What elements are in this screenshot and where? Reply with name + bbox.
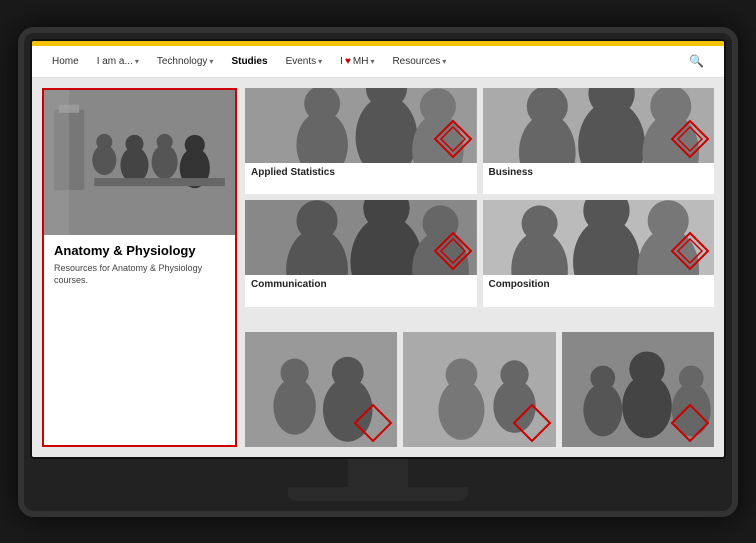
tv-neck <box>348 459 408 487</box>
subject-grid: Applied Statistics <box>245 88 714 326</box>
communication-image <box>245 200 477 275</box>
tv-screen: Home I am a... ▾ Technology ▾ Studies Ev… <box>30 39 726 459</box>
grid-card-applied-statistics[interactable]: Applied Statistics <box>245 88 477 195</box>
nav-events[interactable]: Events ▾ <box>286 56 323 67</box>
featured-card-image <box>44 90 235 235</box>
featured-description: Resources for Anatomy & Physiology cours… <box>54 262 225 287</box>
featured-title: Anatomy & Physiology <box>54 243 225 258</box>
nav-resources[interactable]: Resources ▾ <box>392 56 446 67</box>
bottom-card-2-image <box>403 332 555 447</box>
tv-monitor: Home I am a... ▾ Technology ▾ Studies Ev… <box>18 27 738 517</box>
diamond-decoration <box>670 119 710 159</box>
grid-card-composition[interactable]: Composition <box>483 200 715 307</box>
nav-technology[interactable]: Technology ▾ <box>157 56 214 67</box>
composition-image <box>483 200 715 275</box>
bottom-card-2[interactable] <box>403 332 555 447</box>
chevron-down-icon: ▾ <box>370 57 374 66</box>
nav-i-am-a[interactable]: I am a... ▾ <box>97 56 139 67</box>
nav-home[interactable]: Home <box>52 56 79 67</box>
navbar: Home I am a... ▾ Technology ▾ Studies Ev… <box>32 46 724 78</box>
grid-card-business[interactable]: Business <box>483 88 715 195</box>
chevron-down-icon: ▾ <box>135 57 139 66</box>
yellow-accent-bar <box>32 41 724 46</box>
diamond-decoration <box>433 119 473 159</box>
bottom-card-1-image <box>245 332 397 447</box>
diamond-decoration <box>353 403 393 443</box>
bottom-card-1[interactable] <box>245 332 397 447</box>
heart-icon: ♥ <box>345 56 351 67</box>
anatomy-image-bg <box>44 90 235 235</box>
search-icon[interactable]: 🔍 <box>689 54 704 68</box>
diamond-decoration <box>512 403 552 443</box>
featured-card-anatomy[interactable]: Anatomy & Physiology Resources for Anato… <box>42 88 237 447</box>
chevron-down-icon: ▾ <box>318 57 322 66</box>
nav-studies[interactable]: Studies <box>231 56 267 67</box>
tv-base <box>288 487 468 501</box>
bottom-partial-row <box>245 332 714 447</box>
tv-stand <box>30 459 726 501</box>
diamond-decoration <box>433 231 473 271</box>
nav-i-heart-mh[interactable]: I ♥ MH ▾ <box>340 56 374 67</box>
diamond-decoration <box>670 231 710 271</box>
communication-label: Communication <box>245 275 477 294</box>
applied-statistics-label: Applied Statistics <box>245 163 477 182</box>
business-image <box>483 88 715 163</box>
content-area: Anatomy & Physiology Resources for Anato… <box>32 78 724 457</box>
bottom-card-3[interactable] <box>562 332 714 447</box>
chevron-down-icon: ▾ <box>442 57 446 66</box>
applied-statistics-image <box>245 88 477 163</box>
bottom-card-3-image <box>562 332 714 447</box>
diamond-decoration <box>670 403 710 443</box>
featured-card-text: Anatomy & Physiology Resources for Anato… <box>44 235 235 295</box>
chevron-down-icon: ▾ <box>209 57 213 66</box>
grid-card-communication[interactable]: Communication <box>245 200 477 307</box>
composition-label: Composition <box>483 275 715 294</box>
business-label: Business <box>483 163 715 182</box>
